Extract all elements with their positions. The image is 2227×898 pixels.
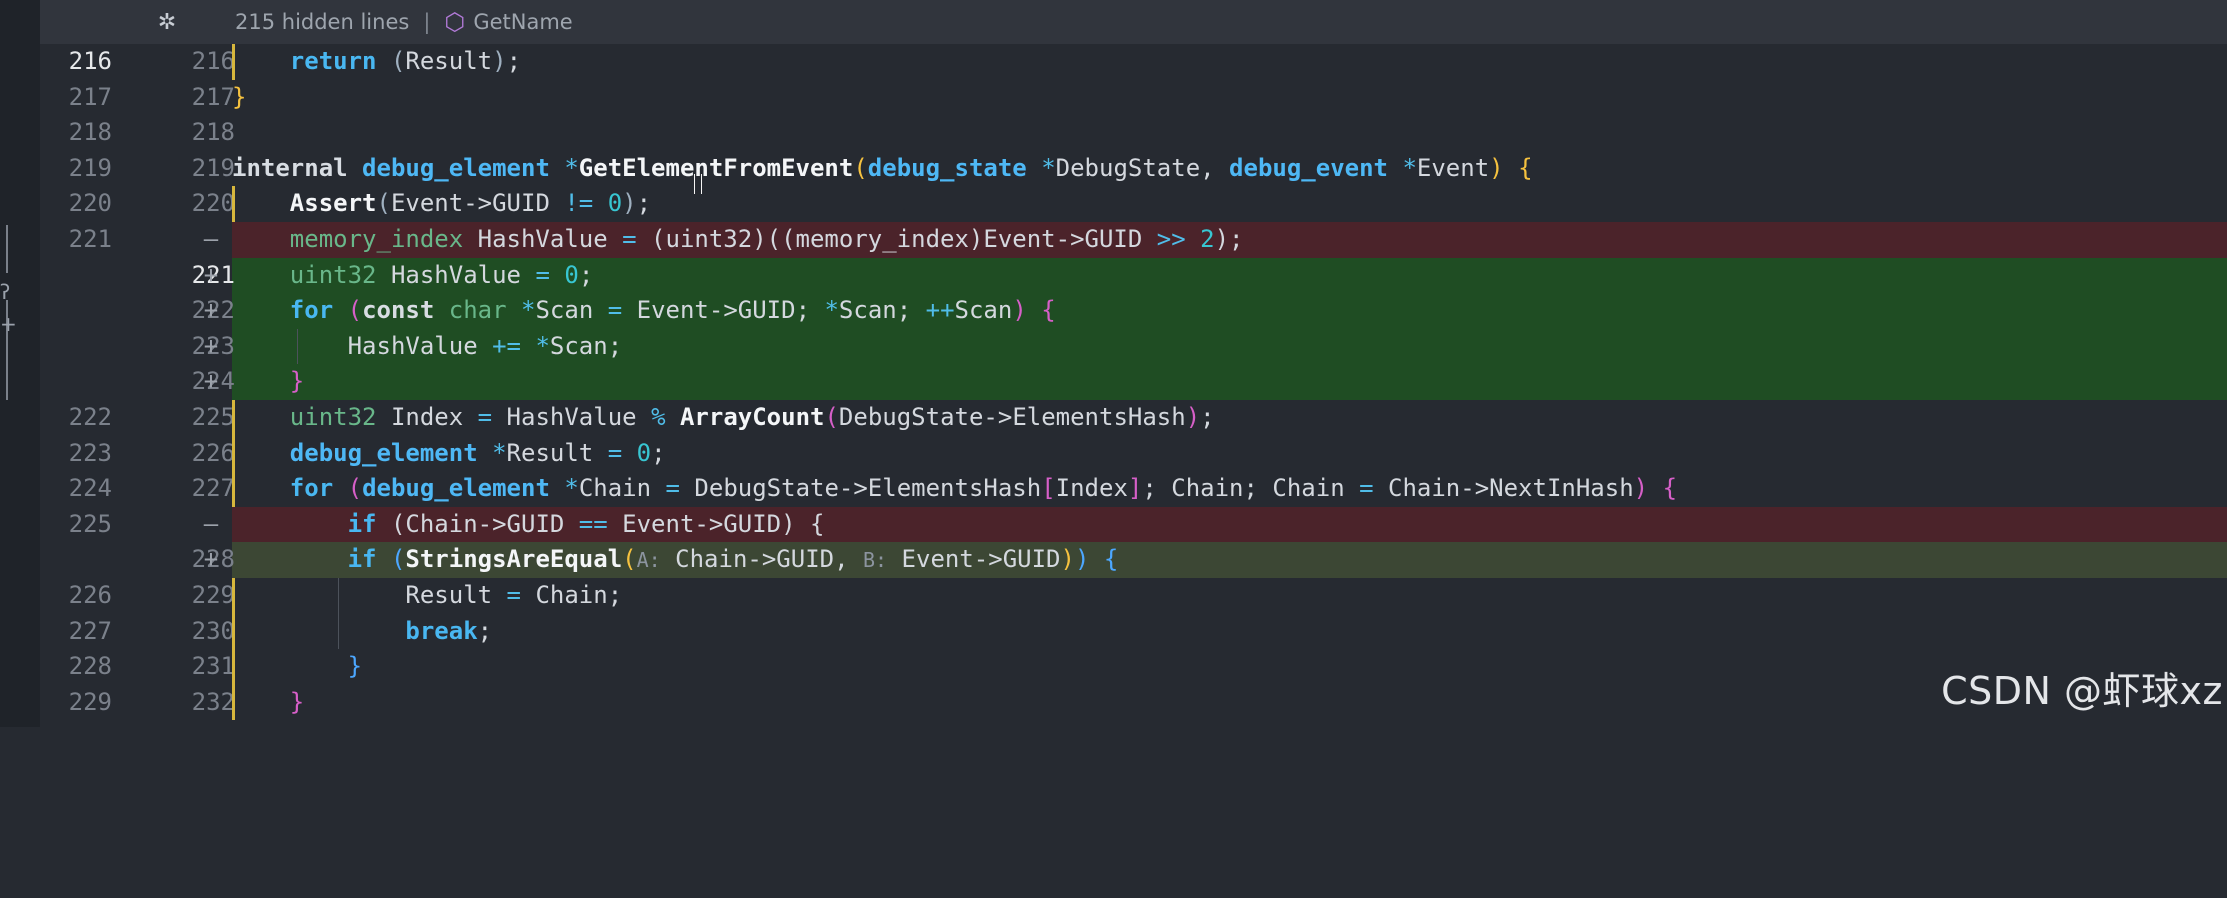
code-line[interactable]: 217 217 } — [40, 80, 2227, 116]
added-marker: + — [199, 364, 223, 400]
new-line-number: 218 — [155, 115, 235, 151]
old-line-number: 220 — [50, 186, 112, 222]
old-line-number: 219 — [50, 151, 112, 187]
code-line[interactable]: 228 231 } — [40, 649, 2227, 685]
new-line-number: 216 — [155, 44, 235, 80]
old-line-number: 229 — [50, 685, 112, 721]
code-line[interactable]: 216 216 return (Result); — [40, 44, 2227, 80]
left-margin: ʔ + — [0, 0, 40, 727]
new-line-number: 232 — [155, 685, 235, 721]
code-text: Result = Chain; — [232, 578, 622, 614]
code-line-added[interactable]: 228 + if (StringsAreEqual(A: Chain->GUID… — [40, 542, 2227, 578]
code-line[interactable]: 218 218 — [40, 115, 2227, 151]
old-line-number: 216 — [50, 44, 112, 80]
code-text: if (Chain->GUID == Event->GUID) { — [232, 507, 824, 543]
old-line-number: 222 — [50, 400, 112, 436]
new-line-number: 228 — [155, 542, 235, 578]
old-line-number: 218 — [50, 115, 112, 151]
new-line-number: 220 — [155, 186, 235, 222]
code-text: return (Result); — [232, 44, 521, 80]
code-text: memory_index HashValue = (uint32)((memor… — [232, 222, 1243, 258]
margin-plus-icon: + — [0, 314, 17, 334]
added-marker: + — [199, 542, 223, 578]
code-text: HashValue += *Scan; — [232, 329, 622, 365]
diff-code-view[interactable]: 216 216 return (Result); 217 217 } 218 2… — [40, 44, 2227, 727]
new-line-number: 230 — [155, 614, 235, 650]
new-line-number: 219 — [155, 151, 235, 187]
code-line-added[interactable]: 223 + HashValue += *Scan; — [40, 329, 2227, 365]
code-text: for (const char *Scan = Event->GUID; *Sc… — [232, 293, 1056, 329]
code-text: uint32 Index = HashValue % ArrayCount(De… — [232, 400, 1215, 436]
code-line[interactable]: 229 232 } — [40, 685, 2227, 721]
old-line-number: 227 — [50, 614, 112, 650]
code-line[interactable]: 226 229 Result = Chain; — [40, 578, 2227, 614]
added-marker: + — [199, 293, 223, 329]
code-text: } — [232, 649, 362, 685]
code-text: uint32 HashValue = 0; — [232, 258, 593, 294]
new-line-number: 223 — [155, 329, 235, 365]
code-line-removed[interactable]: 221 — memory_index HashValue = (uint32)(… — [40, 222, 2227, 258]
code-text: internal debug_element *GetElementFromEv… — [232, 151, 1533, 187]
cube-icon: ⬡ — [444, 10, 465, 34]
code-line[interactable]: 227 230 break; — [40, 614, 2227, 650]
code-line[interactable]: 224 227 for (debug_element *Chain = Debu… — [40, 471, 2227, 507]
new-line-number: 224 — [155, 364, 235, 400]
context-name[interactable]: GetName — [473, 10, 572, 34]
added-marker: + — [199, 258, 223, 294]
old-line-number: 225 — [50, 507, 112, 543]
code-line[interactable]: 222 225 uint32 Index = HashValue % Array… — [40, 400, 2227, 436]
old-line-number: 224 — [50, 471, 112, 507]
watermark: CSDN @虾球xz — [1941, 660, 2223, 715]
code-line-removed[interactable]: 225 — if (Chain->GUID == Event->GUID) { — [40, 507, 2227, 543]
folded-region-header[interactable]: ✲ 215 hidden lines | ⬡ GetName — [40, 0, 2227, 44]
new-line-number: 227 — [155, 471, 235, 507]
code-line-added[interactable]: 222 + for (const char *Scan = Event->GUI… — [40, 293, 2227, 329]
hidden-lines-label: 215 hidden lines — [235, 10, 409, 34]
margin-marker — [6, 225, 8, 273]
removed-marker: — — [199, 222, 223, 258]
header-separator: | — [423, 10, 430, 34]
code-line-added[interactable]: 224 + } — [40, 364, 2227, 400]
text-cursor-icon — [694, 174, 702, 194]
fold-icon[interactable]: ✲ — [143, 10, 191, 35]
code-text: for (debug_element *Chain = DebugState->… — [232, 471, 1677, 507]
code-line[interactable]: 223 226 debug_element *Result = 0; — [40, 436, 2227, 472]
old-line-number: 228 — [50, 649, 112, 685]
code-text: } — [232, 364, 304, 400]
code-line[interactable]: 220 220 Assert(Event->GUID != 0); — [40, 186, 2227, 222]
code-text: Assert(Event->GUID != 0); — [232, 186, 651, 222]
code-text: debug_element *Result = 0; — [232, 436, 666, 472]
new-line-number: 217 — [155, 80, 235, 116]
new-line-number: 226 — [155, 436, 235, 472]
code-text: break; — [232, 614, 492, 650]
new-line-number: 222 — [155, 293, 235, 329]
code-text: } — [232, 685, 304, 721]
new-line-number: 221 — [155, 258, 235, 294]
code-line[interactable]: 219 219 internal debug_element *GetEleme… — [40, 151, 2227, 187]
old-line-number: 226 — [50, 578, 112, 614]
added-line-highlight — [232, 364, 2227, 400]
code-text: } — [232, 80, 246, 116]
new-line-number: 231 — [155, 649, 235, 685]
margin-hook-icon: ʔ — [0, 282, 10, 302]
old-line-number: 221 — [50, 222, 112, 258]
old-line-number: 223 — [50, 436, 112, 472]
new-line-number: 229 — [155, 578, 235, 614]
new-line-number: 225 — [155, 400, 235, 436]
code-text: if (StringsAreEqual(A: Chain->GUID, B: E… — [232, 542, 1118, 579]
added-marker: + — [199, 329, 223, 365]
old-line-number: 217 — [50, 80, 112, 116]
code-line-added[interactable]: 221 + uint32 HashValue = 0; — [40, 258, 2227, 294]
removed-marker: — — [199, 507, 223, 543]
